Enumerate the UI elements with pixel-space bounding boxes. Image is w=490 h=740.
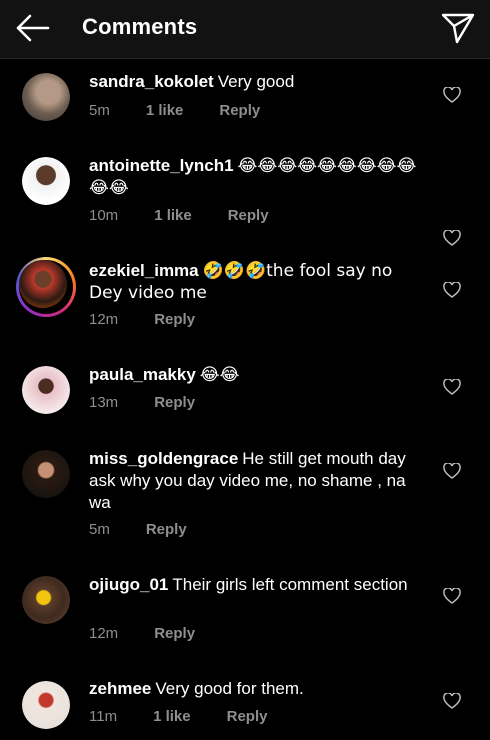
reply-button[interactable]: Reply [227,708,268,725]
heart-icon[interactable] [443,463,461,479]
avatar[interactable] [22,576,70,624]
comment-text: Very good [217,72,295,91]
reply-button[interactable]: Reply [228,207,269,224]
comment-time: 5m [89,102,110,119]
page-title: Comments [82,14,198,39]
avatar[interactable] [22,681,70,729]
comment-username[interactable]: ojiugo_01 [89,575,168,594]
comment-text: Their girls left comment section [172,575,408,594]
heart-icon[interactable] [443,379,461,395]
paper-plane-icon[interactable] [440,10,476,46]
avatar[interactable] [22,157,70,205]
avatar[interactable] [16,257,76,317]
reply-button[interactable]: Reply [154,625,195,642]
like-count[interactable]: 1 like [146,102,184,119]
comment-username[interactable]: ezekiel_imma [89,261,199,280]
heart-icon[interactable] [443,282,461,298]
comment-time: 13m [89,394,119,411]
like-count[interactable]: 1 like [154,207,192,224]
top-bar: Comments [0,0,490,59]
reply-button[interactable]: Reply [219,102,260,119]
heart-icon[interactable] [443,693,461,709]
comment-text: 😂😂 [199,365,240,385]
reply-button[interactable]: Reply [154,394,195,411]
comment-text: Very good for them. [155,679,304,698]
comment-time: 12m [89,311,119,328]
comment-time: 11m [89,708,118,725]
avatar[interactable] [22,366,70,414]
comment-username[interactable]: sandra_kokolet [89,72,214,91]
heart-icon[interactable] [443,230,461,246]
reply-button[interactable]: Reply [154,311,195,328]
comment-username[interactable]: zehmee [89,679,151,698]
like-count[interactable]: 1 like [153,708,191,725]
avatar[interactable] [22,450,70,498]
avatar[interactable] [22,73,70,121]
comment-time: 5m [89,521,110,538]
comment-time: 12m [89,625,119,642]
comment-username[interactable]: miss_goldengrace [89,449,238,468]
heart-icon[interactable] [443,588,461,604]
arrow-left-icon[interactable] [14,12,50,44]
heart-icon[interactable] [443,87,461,103]
comment-username[interactable]: antoinette_lynch1 [89,156,234,175]
reply-button[interactable]: Reply [146,521,187,538]
comment-time: 10m [89,207,119,224]
comment-username[interactable]: paula_makky [89,365,196,384]
